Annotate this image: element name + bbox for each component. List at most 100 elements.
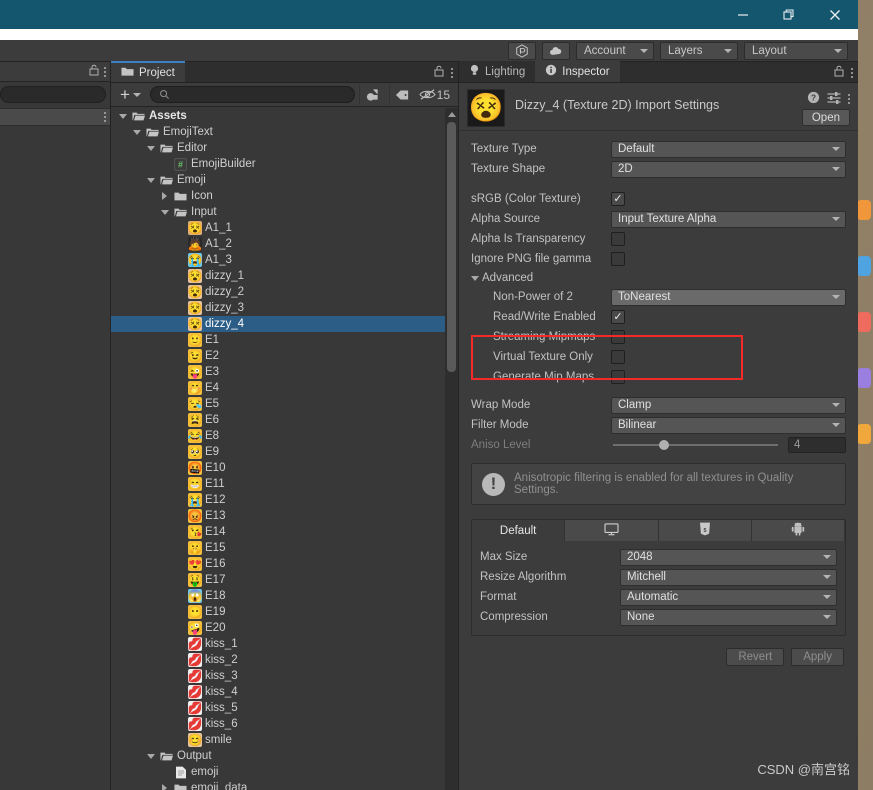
hidden-assets-count[interactable]: 15: [418, 88, 454, 102]
asset-menu-icon[interactable]: [848, 94, 850, 104]
tree-row[interactable]: 😵 dizzy_3: [111, 300, 458, 316]
tab-lighting[interactable]: Lighting: [459, 61, 536, 82]
tree-row[interactable]: 🤪 E20: [111, 620, 458, 636]
dock-item-0[interactable]: [857, 200, 871, 220]
tree-row[interactable]: 😶 E19: [111, 604, 458, 620]
tree-row[interactable]: 😂 E8: [111, 428, 458, 444]
chevron-down-icon[interactable]: [159, 209, 170, 215]
tab-platform-default[interactable]: Default: [472, 520, 566, 541]
slider-knob[interactable]: [659, 440, 670, 450]
tree-row[interactable]: Assets: [111, 108, 458, 124]
filter-mode-dropdown[interactable]: Bilinear: [611, 416, 846, 434]
close-icon[interactable]: [812, 0, 858, 29]
project-search-input[interactable]: [149, 86, 355, 103]
tree-row[interactable]: Input: [111, 204, 458, 220]
tree-row[interactable]: emoji_data: [111, 780, 458, 790]
tree-row[interactable]: 😜 E3: [111, 364, 458, 380]
row-menu-icon[interactable]: [104, 112, 106, 122]
max-size-dropdown[interactable]: 2048: [620, 548, 837, 566]
tree-row[interactable]: 😵 dizzy_1: [111, 268, 458, 284]
chevron-down-icon[interactable]: [145, 753, 156, 759]
tree-row[interactable]: 😵 A1_1: [111, 220, 458, 236]
tree-row[interactable]: 💋 kiss_4: [111, 684, 458, 700]
tree-row[interactable]: 😉 E2: [111, 348, 458, 364]
streaming-checkbox[interactable]: [611, 330, 625, 344]
filter-by-type-icon[interactable]: [358, 84, 385, 105]
tree-row[interactable]: 🥺 E9: [111, 444, 458, 460]
account-dropdown[interactable]: Account: [576, 41, 654, 60]
tree-row[interactable]: # EmojiBuilder: [111, 156, 458, 172]
mipmaps-checkbox[interactable]: [611, 370, 625, 384]
inspector-menu-icon[interactable]: [851, 67, 853, 78]
tree-row[interactable]: 🙂 E1: [111, 332, 458, 348]
tree-row[interactable]: Output: [111, 748, 458, 764]
format-dropdown[interactable]: Automatic: [620, 588, 837, 606]
project-asset-tree[interactable]: Assets EmojiText Editor # EmojiBuilder Emoji I…: [111, 108, 458, 790]
ignore-png-checkbox[interactable]: [611, 252, 625, 266]
revert-button[interactable]: Revert: [726, 648, 785, 666]
chevron-right-icon[interactable]: [159, 192, 170, 200]
left-panel-row[interactable]: [0, 108, 110, 126]
apply-button[interactable]: Apply: [791, 648, 844, 666]
tree-row[interactable]: 😱 E18: [111, 588, 458, 604]
tree-row[interactable]: 🤭 E4: [111, 380, 458, 396]
lock-icon[interactable]: [89, 64, 99, 79]
slider-track[interactable]: [613, 440, 778, 450]
tab-platform-webgl[interactable]: 5: [658, 520, 752, 541]
chevron-down-icon[interactable]: [117, 113, 128, 119]
srgb-checkbox[interactable]: ✓: [611, 192, 625, 206]
help-icon[interactable]: ?: [807, 91, 820, 107]
dock-item-3[interactable]: [857, 368, 871, 388]
tree-row[interactable]: 😭 A1_3: [111, 252, 458, 268]
tree-row[interactable]: 💋 kiss_5: [111, 700, 458, 716]
tree-row[interactable]: Emoji: [111, 172, 458, 188]
tab-platform-standalone[interactable]: [565, 520, 659, 541]
tree-row[interactable]: 😍 E16: [111, 556, 458, 572]
tree-row[interactable]: Editor: [111, 140, 458, 156]
tree-row[interactable]: 🤫 E15: [111, 540, 458, 556]
dock-item-2[interactable]: [857, 312, 871, 332]
tree-row[interactable]: Icon: [111, 188, 458, 204]
layout-dropdown[interactable]: Layout: [744, 41, 848, 60]
tree-row-selected[interactable]: 😵 dizzy_4: [111, 316, 458, 332]
filter-by-label-icon[interactable]: [388, 84, 415, 105]
wrap-mode-dropdown[interactable]: Clamp: [611, 396, 846, 414]
npot-dropdown[interactable]: ToNearest: [611, 288, 846, 306]
tree-row[interactable]: 😘 E14: [111, 524, 458, 540]
left-panel-menu-icon[interactable]: [104, 66, 106, 77]
dock-item-4[interactable]: [857, 424, 871, 444]
tree-row[interactable]: 💋 kiss_6: [111, 716, 458, 732]
chevron-down-icon[interactable]: [145, 145, 156, 151]
tree-row[interactable]: emoji: [111, 764, 458, 780]
tree-row[interactable]: 🤑 E17: [111, 572, 458, 588]
dock-item-1[interactable]: [857, 256, 871, 276]
aniso-slider[interactable]: 4: [611, 437, 846, 453]
collab-icon[interactable]: [508, 41, 536, 60]
aniso-value-field[interactable]: 4: [788, 437, 846, 453]
chevron-right-icon[interactable]: [159, 784, 170, 790]
readwrite-checkbox[interactable]: ✓: [611, 310, 625, 324]
project-scrollbar[interactable]: [445, 108, 458, 790]
tab-inspector[interactable]: Inspector: [535, 61, 620, 82]
tree-row[interactable]: 😭 E12: [111, 492, 458, 508]
texture-type-dropdown[interactable]: Default: [611, 140, 846, 158]
tree-row[interactable]: 😪 E5: [111, 396, 458, 412]
minimize-icon[interactable]: [720, 0, 766, 29]
tab-project[interactable]: Project: [111, 61, 185, 82]
lock-icon[interactable]: [834, 65, 844, 80]
tree-row[interactable]: EmojiText: [111, 124, 458, 140]
project-menu-icon[interactable]: [451, 67, 453, 78]
chevron-down-icon[interactable]: [145, 177, 156, 183]
preset-icon[interactable]: [827, 91, 841, 107]
chevron-down-icon[interactable]: [131, 129, 142, 135]
advanced-foldout[interactable]: Advanced: [471, 269, 846, 287]
compression-dropdown[interactable]: None: [620, 608, 837, 626]
alpha-transparency-checkbox[interactable]: [611, 232, 625, 246]
open-button[interactable]: Open: [801, 109, 850, 126]
tree-row[interactable]: 🙇 A1_2: [111, 236, 458, 252]
alpha-source-dropdown[interactable]: Input Texture Alpha: [611, 210, 846, 228]
left-panel-search-input[interactable]: [0, 86, 106, 103]
tree-row[interactable]: 😊 smile: [111, 732, 458, 748]
tree-row[interactable]: 💋 kiss_3: [111, 668, 458, 684]
resize-algorithm-dropdown[interactable]: Mitchell: [620, 568, 837, 586]
